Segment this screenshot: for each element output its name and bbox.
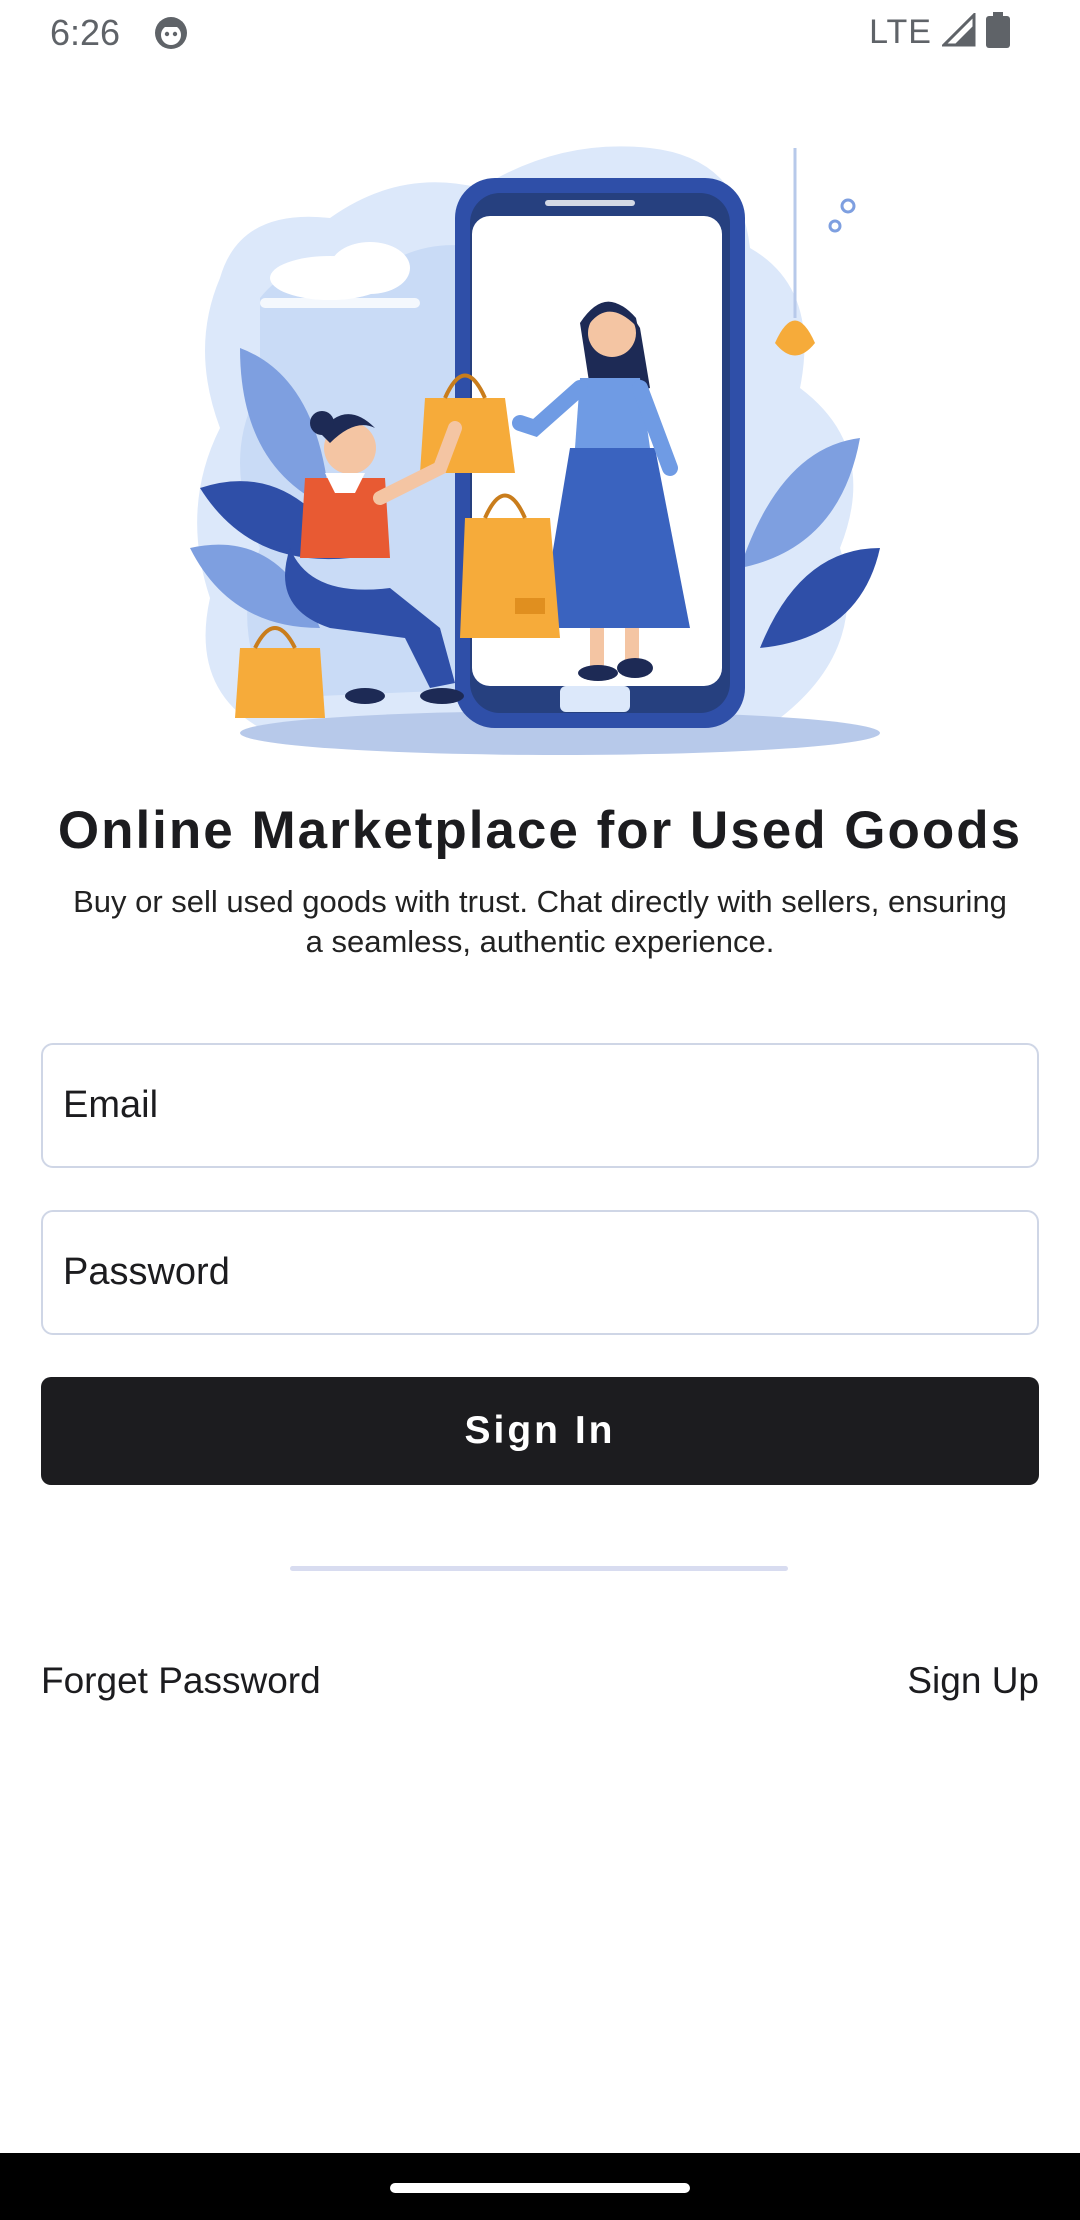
signal-icon	[940, 11, 976, 52]
sign-up-link[interactable]: Sign Up	[907, 1660, 1039, 1702]
page-subtitle: Buy or sell used goods with trust. Chat …	[36, 882, 1044, 962]
subtitle-line-1: Buy or sell used goods with trust. Chat …	[73, 884, 1007, 919]
subtitle-line-2: a seamless, authentic experience.	[305, 924, 775, 959]
status-right: LTE	[869, 11, 1010, 53]
navigation-bar	[0, 2153, 1080, 2220]
android-debug-icon	[152, 14, 190, 52]
forget-password-link[interactable]: Forget Password	[41, 1660, 321, 1702]
network-type: LTE	[869, 13, 932, 51]
email-input[interactable]	[43, 1045, 1037, 1166]
status-bar: 6:26 LTE	[0, 0, 1080, 66]
home-gesture-handle[interactable]	[390, 2183, 690, 2193]
page-title: Online Marketplace for Used Goods	[57, 801, 1023, 860]
password-input[interactable]	[43, 1212, 1037, 1333]
shopping-illustration	[180, 128, 900, 768]
battery-icon	[986, 12, 1010, 53]
email-field[interactable]	[41, 1043, 1039, 1168]
status-time: 6:26	[50, 12, 121, 53]
password-field[interactable]	[41, 1210, 1039, 1335]
sign-in-button[interactable]: Sign In	[41, 1377, 1039, 1485]
divider	[290, 1566, 788, 1571]
